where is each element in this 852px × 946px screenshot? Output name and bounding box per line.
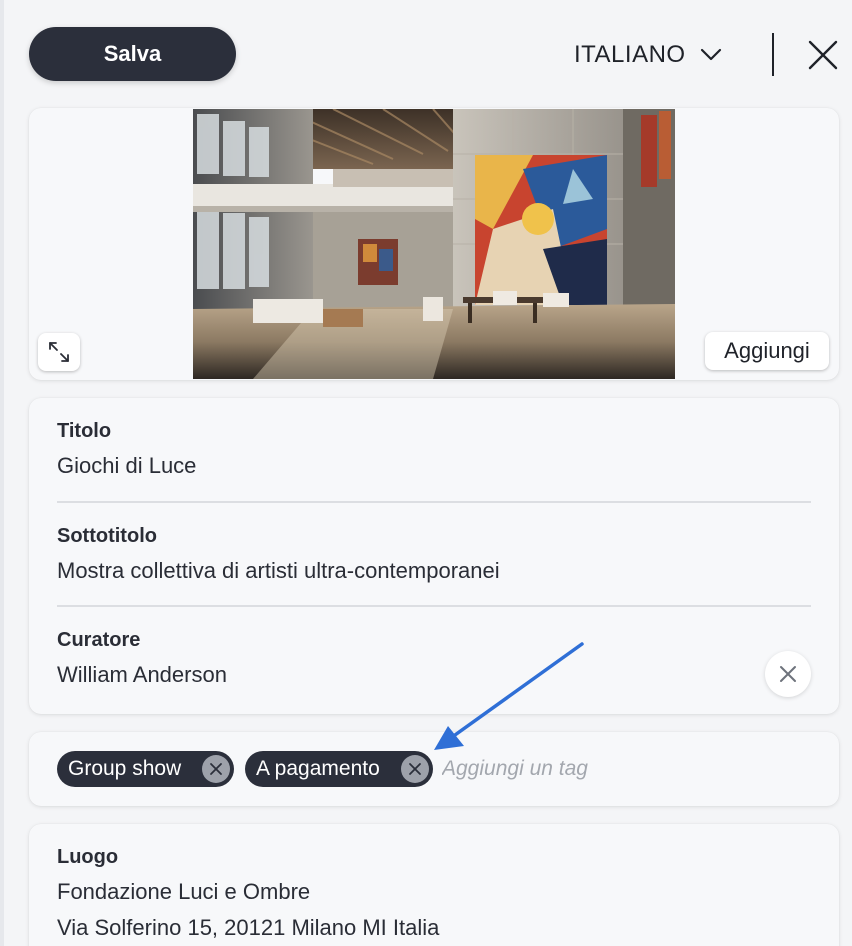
location-field[interactable]: Luogo Fondazione Luci e Ombre Via Solfer… [57,846,811,941]
close-icon[interactable] [806,38,840,72]
title-field[interactable]: Titolo Giochi di Luce [57,420,811,479]
curator-value[interactable]: William Anderson [57,662,811,688]
header: Salva ITALIANO [0,0,852,100]
location-label: Luogo [57,846,119,868]
subtitle-label: Sottotitolo [57,525,157,547]
header-divider [772,33,774,76]
location-venue[interactable]: Fondazione Luci e Ombre [57,879,811,905]
clear-icon [780,666,796,682]
expand-button[interactable] [38,333,80,371]
expand-icon [49,342,69,362]
field-divider [57,605,811,607]
tag-remove-icon [409,763,421,775]
cover-image [193,109,675,379]
tag-chip: Group show [57,751,234,787]
image-card: Aggiungi [29,108,839,380]
tags-card: Group show A pagamento [29,732,839,806]
tag-label: Group show [68,757,182,780]
tag-input[interactable] [442,754,822,784]
tag-chip: A pagamento [245,751,433,787]
tag-remove-icon [210,763,222,775]
chevron-down-icon [700,48,721,61]
panel-edge [0,0,4,946]
language-selector[interactable]: ITALIANO [574,38,722,72]
title-value[interactable]: Giochi di Luce [57,453,811,479]
tag-remove-button[interactable] [401,755,429,783]
subtitle-field[interactable]: Sottotitolo Mostra collettiva di artisti… [57,525,811,584]
language-label: ITALIANO [574,41,686,68]
location-address[interactable]: Via Solferino 15, 20121 Milano MI Italia [57,915,811,941]
title-label: Titolo [57,420,112,442]
tag-remove-button[interactable] [202,755,230,783]
subtitle-value[interactable]: Mostra collettiva di artisti ultra-conte… [57,558,811,584]
curator-label: Curatore [57,629,141,651]
details-card: Titolo Giochi di Luce Sottotitolo Mostra… [29,398,839,714]
location-card: Luogo Fondazione Luci e Ombre Via Solfer… [29,824,839,946]
clear-curator-button[interactable] [765,651,811,697]
tag-label: A pagamento [256,757,380,780]
save-button[interactable]: Salva [29,27,236,81]
add-image-button[interactable]: Aggiungi [705,332,829,370]
field-divider [57,501,811,503]
curator-field[interactable]: Curatore William Anderson [57,629,811,688]
